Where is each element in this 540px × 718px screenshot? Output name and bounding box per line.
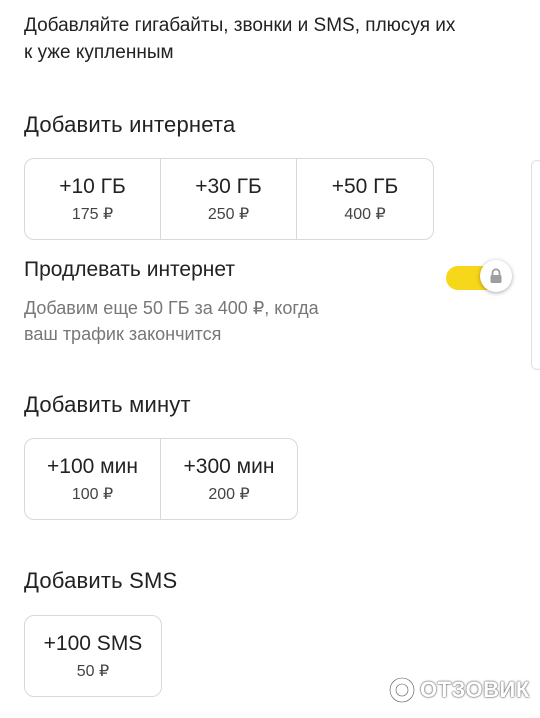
- internet-section-title: Добавить интернета: [24, 112, 236, 137]
- sms-options: +100 SMS 50 ₽: [24, 615, 162, 697]
- intro-line-1: Добавляйте гигабайты, звонки и SMS, плюс…: [24, 15, 456, 36]
- internet-option-30gb[interactable]: +30 ГБ 250 ₽: [161, 159, 297, 239]
- option-amount: +10 ГБ: [59, 175, 126, 198]
- internet-options: +10 ГБ 175 ₽ +30 ГБ 250 ₽ +50 ГБ 400 ₽: [24, 158, 434, 240]
- sms-section-title: Добавить SMS: [24, 568, 178, 593]
- option-price: 200 ₽: [208, 486, 250, 503]
- option-amount: +100 SMS: [43, 632, 143, 655]
- minutes-section-title: Добавить минут: [24, 392, 191, 417]
- renew-internet-toggle[interactable]: [446, 260, 512, 292]
- renew-internet-description: Добавим еще 50 ГБ за 400 ₽, когда ваш тр…: [24, 295, 404, 347]
- option-amount: +300 мин: [183, 455, 275, 478]
- toggle-knob: [480, 260, 512, 292]
- option-price: 100 ₽: [71, 486, 114, 503]
- minutes-option-300[interactable]: +300 мин 200 ₽: [161, 439, 297, 519]
- otzovik-logo-icon: [388, 676, 416, 704]
- add-services-screen: Добавляйте гигабайты, звонки и SMS, плюс…: [0, 0, 540, 718]
- otzovik-watermark: ОТЗОВИК: [388, 676, 530, 704]
- side-scroll-indicator[interactable]: [531, 160, 540, 370]
- option-amount: +50 ГБ: [331, 175, 399, 198]
- intro-text: Добавляйте гигабайты, звонки и SMS, плюс…: [24, 12, 524, 66]
- lock-icon: [490, 268, 502, 283]
- watermark-text: ОТЗОВИК: [420, 677, 530, 702]
- option-price: 400 ₽: [344, 206, 386, 223]
- renew-desc-line-1: Добавим еще 50 ГБ за 400 ₽, когда: [24, 298, 319, 318]
- option-price: 175 ₽: [71, 206, 114, 223]
- option-amount: +30 ГБ: [195, 175, 262, 198]
- option-price: 250 ₽: [207, 206, 250, 223]
- internet-option-50gb[interactable]: +50 ГБ 400 ₽: [297, 159, 433, 239]
- renew-desc-line-2: ваш трафик закончится: [24, 324, 222, 344]
- renew-internet-title: Продлевать интернет: [24, 258, 235, 281]
- option-amount: +100 мин: [47, 455, 138, 478]
- intro-line-2: к уже купленным: [24, 42, 174, 63]
- option-price: 50 ₽: [76, 663, 110, 680]
- internet-option-10gb[interactable]: +10 ГБ 175 ₽: [25, 159, 161, 239]
- sms-option-100[interactable]: +100 SMS 50 ₽: [25, 616, 161, 696]
- minutes-options: +100 мин 100 ₽ +300 мин 200 ₽: [24, 438, 298, 520]
- minutes-option-100[interactable]: +100 мин 100 ₽: [25, 439, 161, 519]
